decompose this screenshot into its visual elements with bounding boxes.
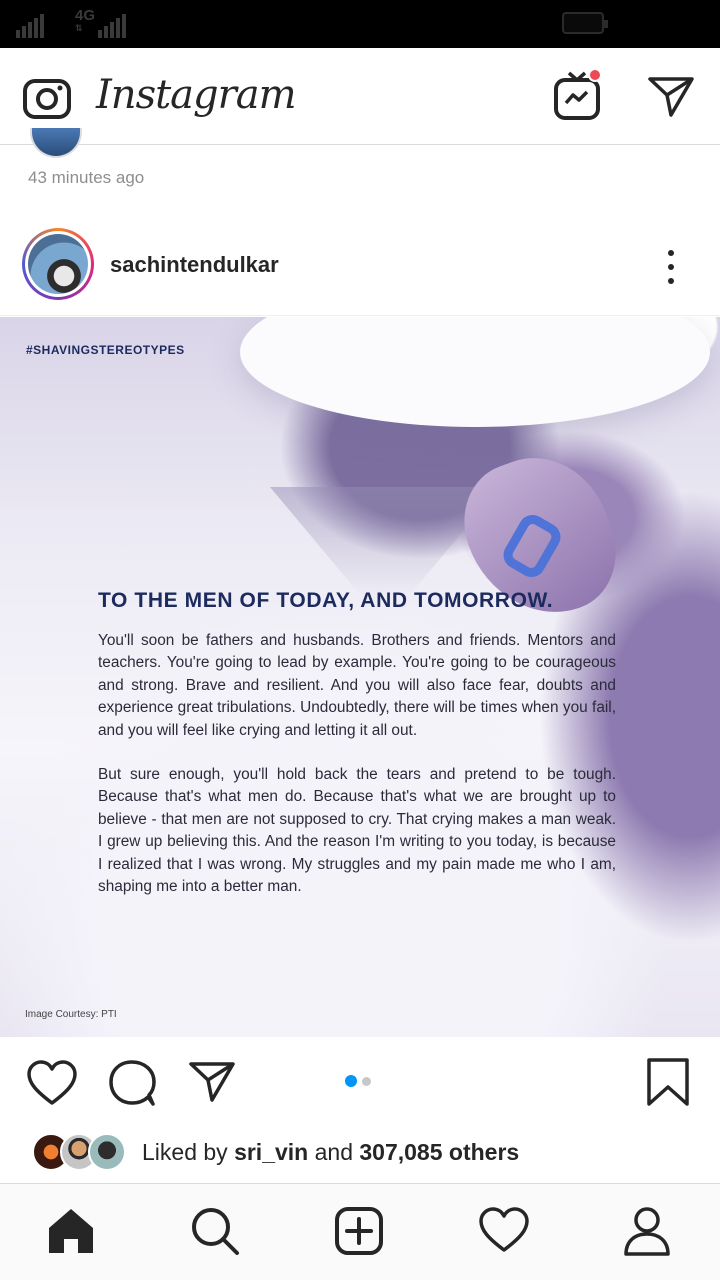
notification-dot <box>588 68 602 82</box>
instagram-logo: Instagram <box>96 72 297 118</box>
liked-by-and: and <box>308 1139 360 1165</box>
liked-by-user[interactable]: sri_vin <box>234 1139 308 1165</box>
home-icon[interactable] <box>46 1206 96 1261</box>
share-plane-icon[interactable] <box>188 1059 236 1110</box>
profile-icon[interactable] <box>622 1206 672 1261</box>
data-arrows-icon: ⇅ <box>75 23 83 33</box>
image-headline: TO THE MEN OF TODAY, AND TOMORROW. <box>98 589 554 612</box>
camera-icon[interactable] <box>22 72 72 122</box>
image-paragraph-1: You'll soon be fathers and husbands. Bro… <box>98 632 616 739</box>
image-credit: Image Courtesy: PTI <box>25 1009 117 1020</box>
carousel-dot-active <box>345 1075 357 1087</box>
image-paragraph-2: But sure enough, you'll hold back the te… <box>98 766 616 896</box>
status-bar: 4G ⇅ <box>0 0 720 48</box>
hat-graphic <box>240 317 710 427</box>
app-header: Instagram <box>0 48 720 145</box>
comment-bubble-icon[interactable] <box>108 1059 158 1112</box>
liked-by-prefix: Liked by <box>142 1139 235 1165</box>
post-username[interactable]: sachintendulkar <box>110 252 279 278</box>
post-timestamp: 43 minutes ago <box>28 168 145 187</box>
previous-post-avatar[interactable] <box>30 128 82 158</box>
new-post-icon[interactable] <box>334 1206 384 1261</box>
carousel-indicator <box>345 1075 371 1087</box>
more-options-icon[interactable] <box>668 250 674 284</box>
signal-strength-icon <box>16 14 44 38</box>
bookmark-icon[interactable] <box>646 1057 690 1112</box>
story-ring[interactable] <box>22 228 94 300</box>
post-header: sachintendulkar <box>0 216 720 316</box>
network-type-indicator: 4G ⇅ <box>75 8 95 33</box>
post-action-bar <box>0 1037 720 1127</box>
activity-heart-icon[interactable] <box>478 1206 530 1259</box>
igtv-icon[interactable] <box>552 68 602 122</box>
like-heart-icon[interactable] <box>26 1059 78 1112</box>
image-hashtag: #SHAVINGSTEREOTYPES <box>26 343 185 357</box>
search-icon[interactable] <box>190 1206 240 1261</box>
paper-plane-icon[interactable] <box>646 72 696 120</box>
carousel-dot <box>362 1076 371 1086</box>
battery-icon <box>562 12 608 34</box>
liked-by-text: Liked by sri_vin and 307,085 others <box>142 1139 519 1166</box>
bottom-navigation <box>0 1183 720 1280</box>
like-count[interactable]: 307,085 others <box>359 1139 519 1165</box>
post-image[interactable]: #SHAVINGSTEREOTYPES TO THE MEN OF TODAY,… <box>0 317 720 1037</box>
network-type-label: 4G <box>75 7 96 24</box>
signal-strength-icon-2 <box>98 14 126 38</box>
likes-row[interactable]: Liked by sri_vin and 307,085 others <box>0 1127 720 1177</box>
liker-avatar-3 <box>88 1133 126 1171</box>
avatar <box>28 234 88 294</box>
